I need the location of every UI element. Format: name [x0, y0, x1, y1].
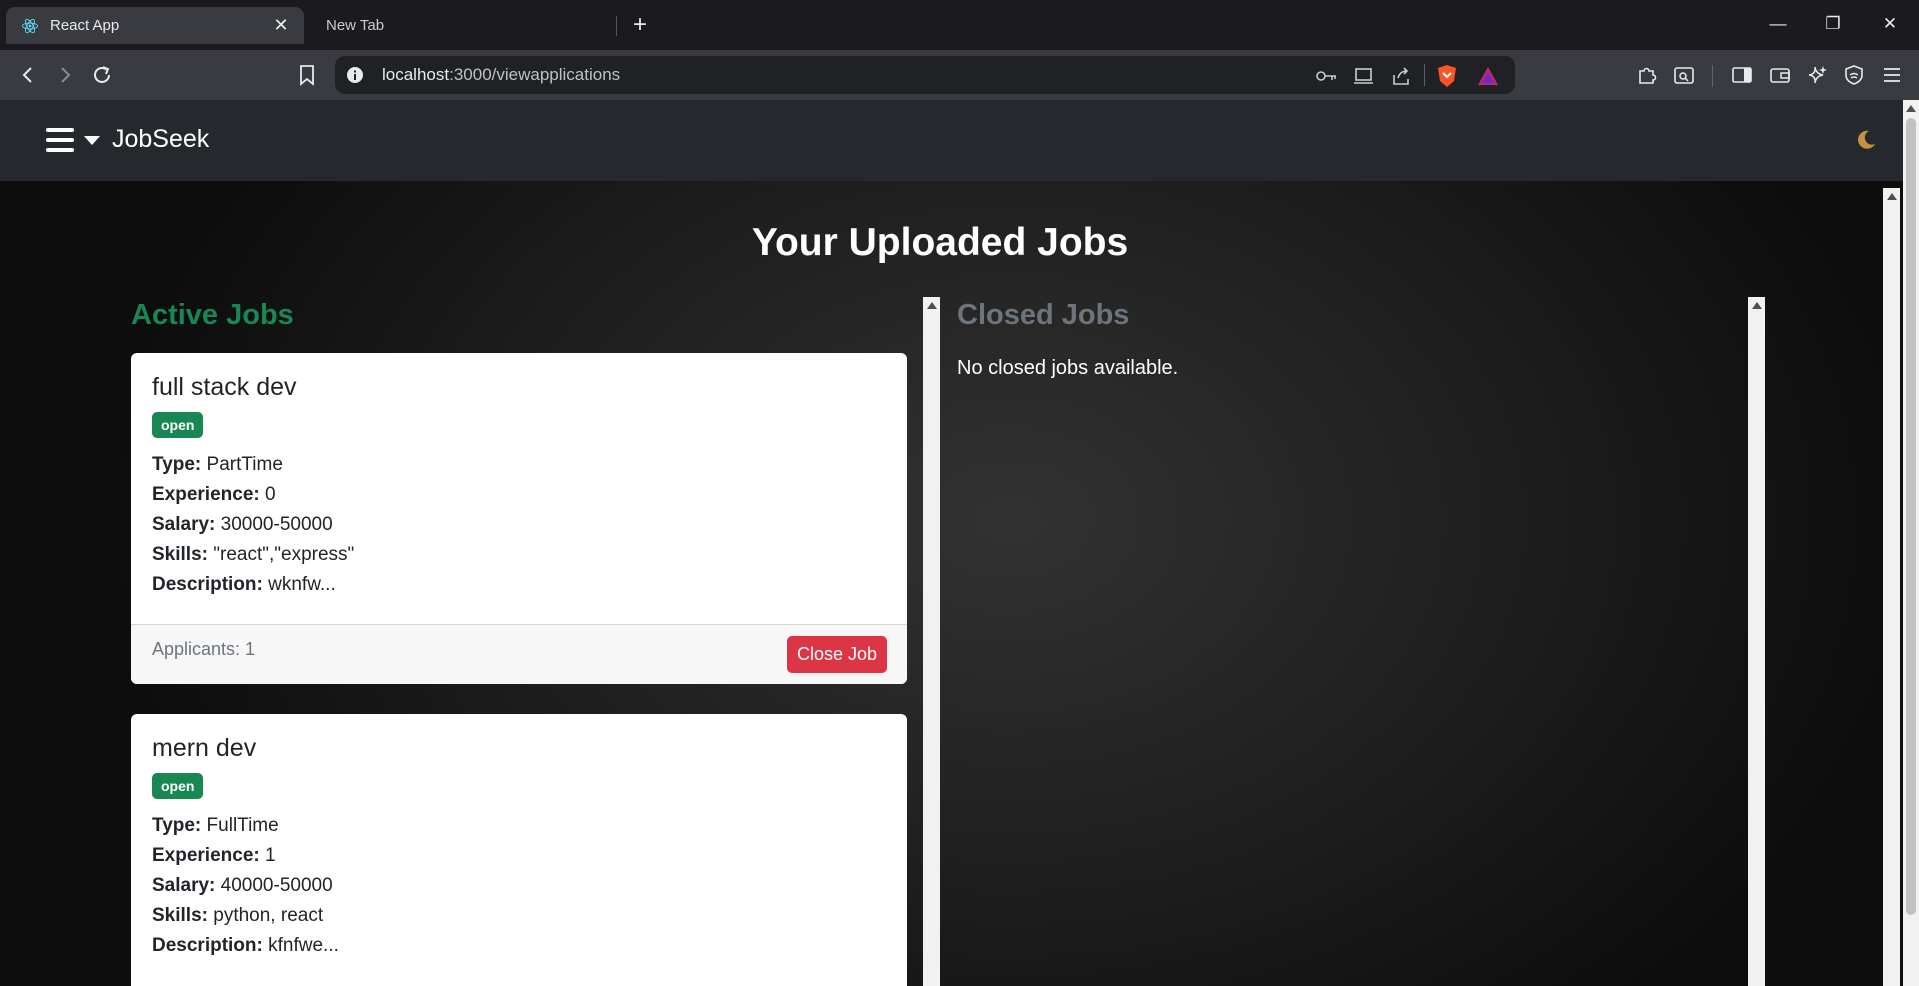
page-viewport: JobSeek Your Uploaded Jobs Active Jobs f…: [0, 100, 1903, 986]
menu-icon[interactable]: [1879, 62, 1905, 88]
address-bar[interactable]: localhost:3000/viewapplications: [335, 56, 1515, 94]
leo-ai-icon[interactable]: [1804, 62, 1830, 88]
close-window-button[interactable]: ✕: [1875, 10, 1905, 38]
job-card-footer: Applicants: 1 Close Job: [131, 624, 907, 684]
tab-new-tab[interactable]: New Tab: [310, 7, 610, 44]
wallet-icon[interactable]: [1767, 62, 1793, 88]
content-scrollbar[interactable]: [1883, 188, 1900, 986]
sidebar-icon[interactable]: [1729, 62, 1755, 88]
new-tab-button[interactable]: +: [627, 12, 653, 38]
close-job-button[interactable]: Close Job: [786, 636, 887, 673]
scroll-up-arrow-icon[interactable]: [1752, 302, 1762, 309]
job-skills: Skills: python, react: [152, 905, 324, 926]
status-badge: open: [152, 412, 204, 438]
brand-logo[interactable]: JobSeek: [112, 125, 209, 154]
job-description: Description: wknfw...: [152, 574, 336, 595]
scrollbar-thumb[interactable]: [1906, 118, 1916, 915]
reload-icon[interactable]: [89, 62, 115, 88]
hamburger-menu-icon[interactable]: [46, 128, 74, 154]
active-jobs-heading: Active Jobs: [131, 299, 294, 331]
url-text[interactable]: localhost:3000/viewapplications: [382, 65, 620, 85]
job-type: Type: FullTime: [152, 815, 279, 836]
job-experience: Experience: 1: [152, 845, 276, 866]
scroll-up-arrow-icon[interactable]: [1887, 193, 1897, 200]
react-icon: [21, 17, 39, 35]
page-title: Your Uploaded Jobs: [751, 221, 1129, 264]
active-jobs-scrollbar[interactable]: [923, 297, 940, 986]
job-skills: Skills: "react","express": [152, 544, 355, 565]
omnibox-divider: [1424, 64, 1425, 86]
job-card: mern dev open Type: FullTime Experience:…: [131, 714, 907, 986]
app-navbar: JobSeek: [0, 100, 1903, 181]
tab-react-app[interactable]: React App ✕: [6, 7, 304, 44]
close-tab-icon[interactable]: ✕: [272, 16, 290, 34]
install-app-icon[interactable]: [1353, 65, 1375, 87]
vpn-icon[interactable]: [1841, 62, 1867, 88]
job-salary: Salary: 30000-50000: [152, 514, 333, 535]
tab-divider: [616, 16, 617, 36]
scroll-up-arrow-icon[interactable]: [927, 302, 937, 309]
job-card: full stack dev open Type: PartTime Exper…: [131, 353, 907, 684]
job-title: full stack dev: [152, 373, 297, 401]
browser-tab-strip: React App ✕ New Tab + — ❐ ✕: [0, 0, 1919, 50]
dropdown-caret-icon[interactable]: [84, 136, 100, 145]
scroll-up-arrow-icon[interactable]: [1906, 105, 1916, 112]
forward-icon[interactable]: [52, 62, 78, 88]
site-info-icon[interactable]: [346, 66, 364, 84]
job-card-body: mern dev open Type: FullTime Experience:…: [131, 714, 907, 961]
tab-title: New Tab: [326, 17, 385, 34]
restore-button[interactable]: ❐: [1818, 10, 1848, 38]
job-salary: Salary: 40000-50000: [152, 875, 333, 896]
applicants-count[interactable]: Applicants: 1: [152, 639, 255, 660]
password-key-icon[interactable]: [1316, 65, 1338, 87]
status-badge: open: [152, 773, 204, 799]
brave-shields-icon[interactable]: [1436, 65, 1458, 87]
back-icon[interactable]: [15, 62, 41, 88]
toolbar-divider: [1712, 65, 1713, 87]
share-icon[interactable]: [1390, 65, 1412, 87]
job-card-body: full stack dev open Type: PartTime Exper…: [131, 353, 907, 600]
job-type: Type: PartTime: [152, 454, 283, 475]
closed-jobs-heading: Closed Jobs: [957, 299, 1130, 331]
browser-toolbar: localhost:3000/viewapplications: [0, 50, 1919, 100]
no-closed-jobs-message: No closed jobs available.: [957, 357, 1179, 379]
job-title: mern dev: [152, 734, 257, 762]
tab-title: React App: [50, 17, 120, 34]
job-description: Description: kfnfwe...: [152, 935, 339, 956]
job-experience: Experience: 0: [152, 484, 276, 505]
bookmark-icon[interactable]: [294, 62, 320, 88]
closed-jobs-scrollbar[interactable]: [1748, 297, 1765, 986]
minimize-button[interactable]: —: [1763, 10, 1793, 38]
page-scrollbar[interactable]: [1903, 100, 1919, 986]
brave-rewards-icon[interactable]: [1477, 65, 1499, 87]
moon-icon[interactable]: [1854, 128, 1878, 152]
extensions-icon[interactable]: [1634, 62, 1660, 88]
tab-search-icon[interactable]: [1671, 62, 1697, 88]
